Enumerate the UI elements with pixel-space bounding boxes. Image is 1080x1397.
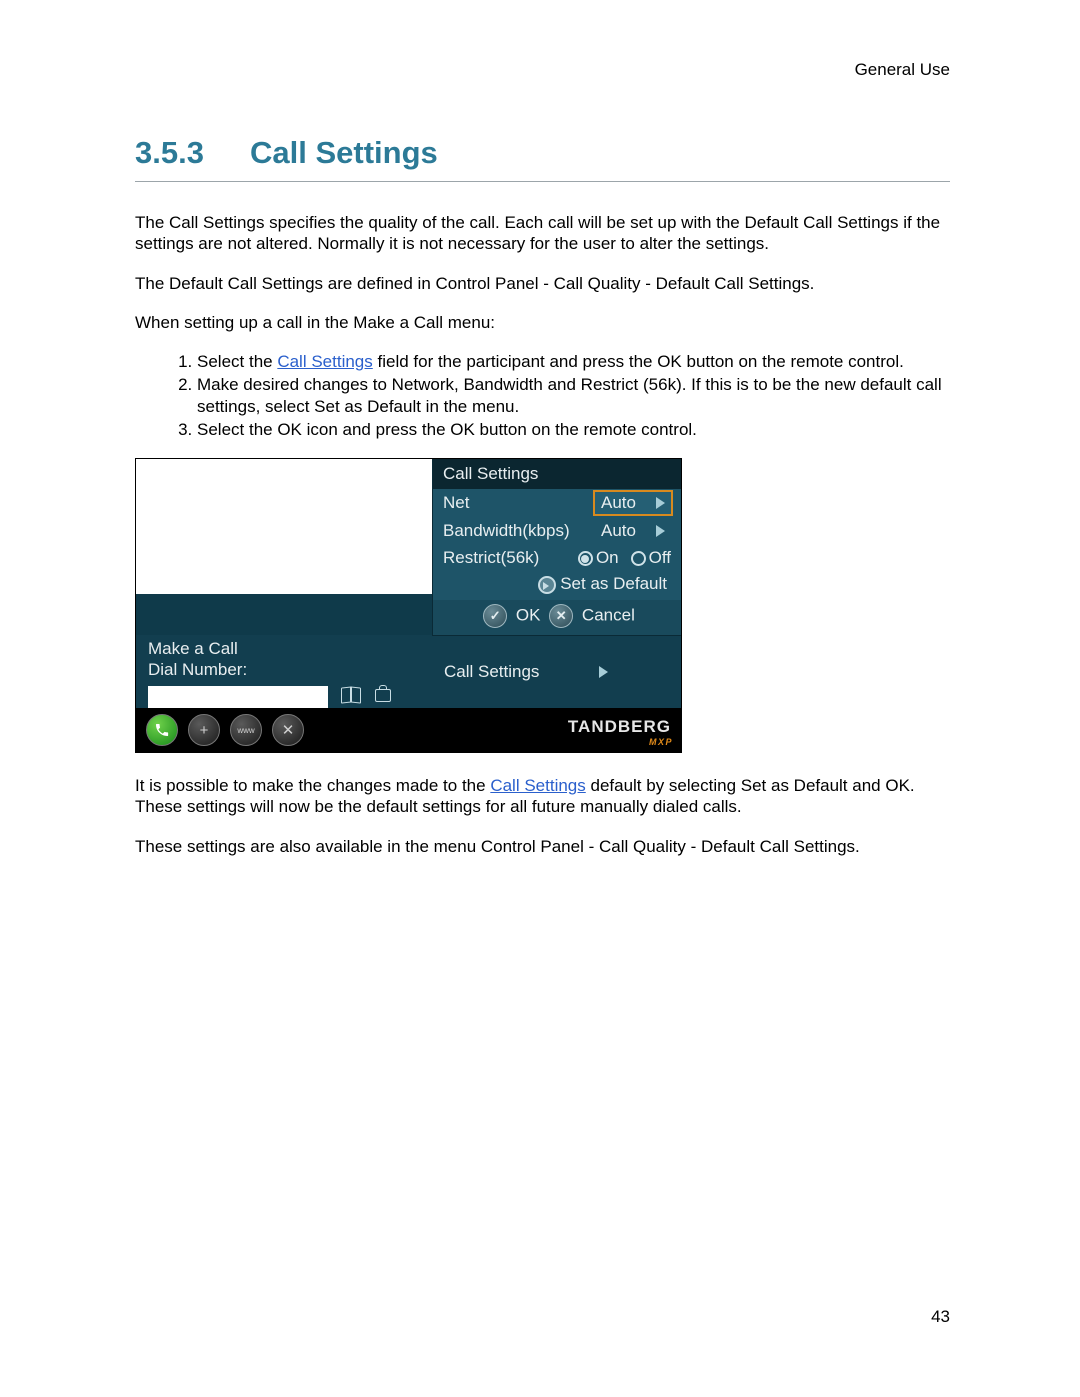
radio-off-icon (631, 551, 646, 566)
add-participant-button[interactable]: + (188, 714, 220, 746)
cancel-icon-button[interactable]: ✕ (549, 604, 573, 628)
dial-number-input[interactable] (148, 686, 328, 708)
play-disc-icon (538, 576, 556, 594)
radio-on-icon (578, 551, 593, 566)
cancel-label: Cancel (582, 605, 635, 624)
blank-region (136, 459, 432, 594)
restrict-on-radio[interactable]: On (578, 548, 619, 568)
section-title: Call Settings (250, 135, 438, 170)
list-item: Select the Call Settings field for the p… (197, 351, 950, 372)
brand-logo: TANDBERG MXP (568, 717, 671, 743)
restrict-label: Restrict(56k) (443, 548, 572, 568)
net-label: Net (443, 493, 589, 513)
page-number: 43 (931, 1307, 950, 1327)
bandwidth-value-selector[interactable]: Auto (595, 520, 671, 542)
arrow-right-icon (656, 497, 665, 509)
arrow-right-icon (656, 525, 665, 537)
bandwidth-label: Bandwidth(kbps) (443, 521, 589, 541)
section-number: 3.5.3 (135, 135, 250, 171)
section-heading: 3.5.3Call Settings (135, 135, 950, 171)
body-paragraph: These settings are also available in the… (135, 836, 950, 857)
call-settings-row-button[interactable]: Call Settings (432, 635, 681, 708)
body-paragraph: The Call Settings specifies the quality … (135, 212, 950, 255)
instruction-list: Select the Call Settings field for the p… (135, 351, 950, 440)
net-value-selector[interactable]: Auto (595, 492, 671, 514)
popup-title: Call Settings (433, 459, 681, 489)
set-as-default-button[interactable]: Set as Default (433, 571, 681, 600)
call-button[interactable] (146, 714, 178, 746)
embedded-ui-screenshot: Call Settings Net Auto Bandwidth(kbps) A… (135, 458, 682, 753)
call-settings-popup: Call Settings Net Auto Bandwidth(kbps) A… (432, 459, 681, 635)
list-item: Select the OK icon and press the OK butt… (197, 419, 950, 440)
heading-divider (135, 181, 950, 182)
ok-label: OK (516, 605, 541, 624)
dial-number-label: Dial Number: (148, 660, 422, 680)
close-button[interactable]: ✕ (272, 714, 304, 746)
call-settings-link[interactable]: Call Settings (490, 776, 585, 795)
body-paragraph: It is possible to make the changes made … (135, 775, 950, 818)
phone-icon (154, 722, 170, 738)
make-a-call-label: Make a Call (148, 639, 422, 660)
brand-sub: MXP (649, 737, 673, 747)
restrict-off-radio[interactable]: Off (631, 548, 671, 568)
arrow-right-icon (599, 666, 608, 678)
list-item: Make desired changes to Network, Bandwid… (197, 374, 950, 417)
body-paragraph: When setting up a call in the Make a Cal… (135, 312, 950, 333)
call-settings-link[interactable]: Call Settings (277, 352, 372, 371)
body-paragraph: The Default Call Settings are defined in… (135, 273, 950, 294)
header-section-label: General Use (135, 60, 950, 80)
phonebook-icon[interactable] (341, 687, 361, 703)
camera-icon[interactable] (373, 687, 393, 703)
ok-icon-button[interactable]: ✓ (483, 604, 507, 628)
www-button[interactable]: www (230, 714, 262, 746)
